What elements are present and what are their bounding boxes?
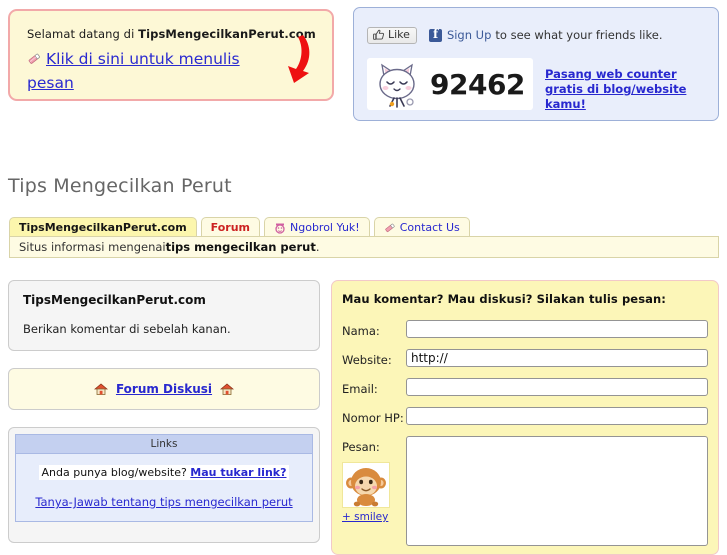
page-title: Tips Mengecilkan Perut <box>8 175 232 197</box>
comment-form-panel: Mau komentar? Mau diskusi? Silakan tulis… <box>331 280 719 555</box>
form-row-website: Website: <box>342 349 708 367</box>
house-icon <box>93 382 109 396</box>
form-row-pesan: Pesan: + smiley <box>342 436 708 546</box>
pesan-label-column: Pesan: + smiley <box>342 436 406 523</box>
tab-content-prefix: Situs informasi mengenai <box>19 240 166 254</box>
web-counter-box: 92462 <box>367 58 533 110</box>
about-box: TipsMengecilkanPerut.com Berikan komenta… <box>8 280 320 351</box>
counter-promo-link[interactable]: Pasang web counter gratis di blog/websit… <box>545 67 715 112</box>
add-smiley-link[interactable]: + smiley <box>342 511 388 523</box>
facebook-like-button[interactable]: Like <box>367 26 417 44</box>
tab-forum-label: Forum <box>210 221 250 234</box>
input-nama[interactable] <box>406 320 708 338</box>
pencil-icon <box>27 51 42 65</box>
house-icon <box>219 382 235 396</box>
links-box: Links Anda punya blog/website? Mau tukar… <box>8 427 320 543</box>
welcome-greeting-prefix: Selamat datang di <box>27 27 139 41</box>
welcome-box: Selamat datang di TipsMengecilkanPerut.c… <box>8 9 334 101</box>
input-website[interactable] <box>406 349 708 367</box>
tab-contact-us[interactable]: Contact Us <box>373 217 470 237</box>
tanya-jawab-link[interactable]: Tanya-Jawab tentang tips mengecilkan per… <box>35 495 292 509</box>
facebook-like-label: Like <box>388 28 410 41</box>
input-email[interactable] <box>406 378 708 396</box>
links-row-qa: Tanya-Jawab tentang tips mengecilkan per… <box>22 495 306 509</box>
links-row-exchange: Anda punya blog/website? Mau tukar link? <box>22 465 306 495</box>
pencil-icon <box>384 222 396 234</box>
chat-emoticon-icon <box>274 222 286 234</box>
cat-mascot-icon <box>372 60 426 108</box>
tab-content-banner: Situs informasi mengenai tips mengecilka… <box>9 237 719 258</box>
about-text: Berikan komentar di sebelah kanan. <box>23 322 231 336</box>
tab-home[interactable]: TipsMengecilkanPerut.com <box>9 217 197 237</box>
label-nama: Nama: <box>342 324 380 338</box>
tab-bar: TipsMengecilkanPerut.com Forum Ngobrol Y… <box>9 216 474 237</box>
tab-ngobrol-yuk-label: Ngobrol Yuk! <box>290 221 360 234</box>
thumbs-up-icon <box>373 29 385 41</box>
top-banner-row: Selamat datang di TipsMengecilkanPerut.c… <box>0 0 727 130</box>
forum-diskusi-box[interactable]: Forum Diskusi <box>8 368 320 410</box>
tab-home-label: TipsMengecilkanPerut.com <box>19 221 187 234</box>
tab-forum[interactable]: Forum <box>200 217 260 237</box>
facebook-signup-link[interactable]: Sign Up <box>447 28 491 42</box>
tab-content-suffix: . <box>315 240 320 254</box>
welcome-cta-wrap: Klik di sini untuk menulis pesan <box>27 48 277 96</box>
facebook-like-bar: Like Sign Up to see what your friends li… <box>367 25 662 45</box>
monkey-smiley-icon[interactable] <box>342 462 390 508</box>
links-box-body: Anda punya blog/website? Mau tukar link?… <box>15 454 313 522</box>
label-nomor-hp: Nomor HP: <box>342 411 404 425</box>
facebook-signup-suffix: to see what your friends like. <box>495 28 663 42</box>
curved-red-arrow-icon <box>270 33 316 91</box>
facebook-counter-panel: Like Sign Up to see what your friends li… <box>353 7 719 121</box>
about-title: TipsMengecilkanPerut.com <box>23 293 206 307</box>
tab-ngobrol-yuk[interactable]: Ngobrol Yuk! <box>264 217 370 237</box>
input-nomor-hp[interactable] <box>406 407 708 425</box>
write-message-link[interactable]: Klik di sini untuk menulis pesan <box>27 50 240 92</box>
label-email: Email: <box>342 382 378 396</box>
form-row-nama: Nama: <box>342 320 708 338</box>
links-row-exchange-inner: Anda punya blog/website? Mau tukar link? <box>38 465 290 480</box>
form-row-nomor-hp: Nomor HP: <box>342 407 708 425</box>
links-box-header: Links <box>15 434 313 454</box>
tab-content-bold: tips mengecilkan perut <box>165 240 316 254</box>
label-pesan: Pesan: <box>342 440 380 454</box>
form-row-email: Email: <box>342 378 708 396</box>
web-counter-row: 92462 Pasang web counter gratis di blog/… <box>367 58 707 111</box>
forum-diskusi-link[interactable]: Forum Diskusi <box>116 382 212 396</box>
links-exchange-text: Anda punya blog/website? <box>41 466 191 479</box>
sidebar: TipsMengecilkanPerut.com Berikan komenta… <box>8 280 320 543</box>
label-website: Website: <box>342 353 392 367</box>
tukar-link-link[interactable]: Mau tukar link? <box>190 466 286 479</box>
comment-form-heading: Mau komentar? Mau diskusi? Silakan tulis… <box>342 292 666 306</box>
tab-contact-us-label: Contact Us <box>399 221 460 234</box>
counter-value: 92462 <box>430 67 525 101</box>
input-pesan[interactable] <box>406 436 708 546</box>
facebook-f-icon <box>428 27 442 42</box>
